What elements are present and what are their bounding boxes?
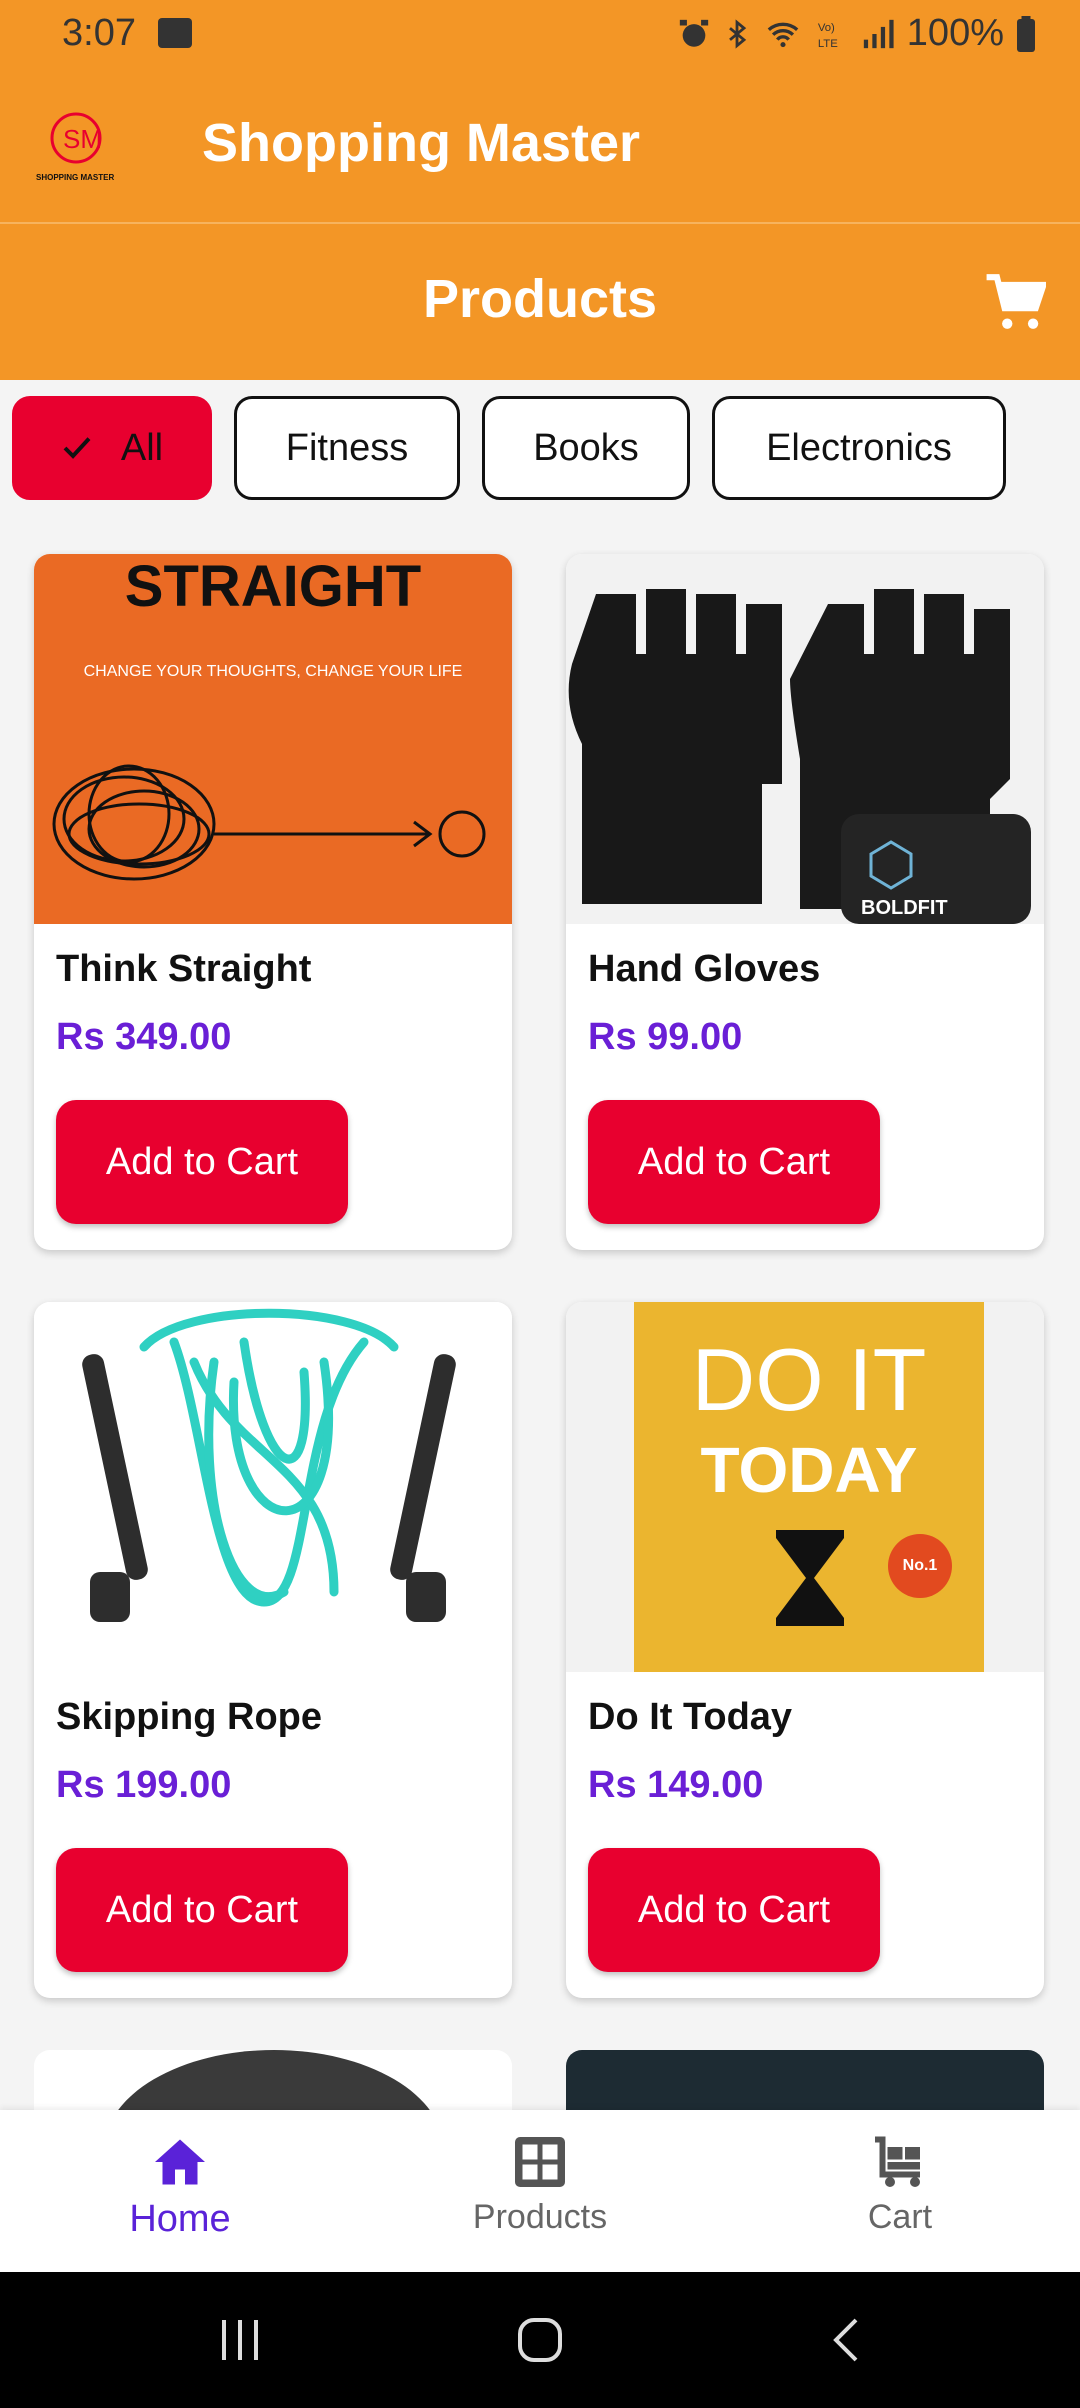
chip-label: Electronics bbox=[766, 426, 952, 469]
cart-icon bbox=[875, 2136, 920, 2187]
system-navigation-bar bbox=[0, 2272, 1080, 2408]
bottom-navigation: Home Products Cart bbox=[0, 2110, 1080, 2272]
nav-cart-label: Cart bbox=[867, 2198, 933, 2236]
back-icon[interactable] bbox=[826, 2316, 866, 2364]
svg-text:DO IT: DO IT bbox=[692, 1330, 927, 1429]
product-name: Do It Today bbox=[588, 1696, 793, 1738]
product-name: Think Straight bbox=[56, 948, 312, 990]
svg-text:Vo): Vo) bbox=[818, 22, 835, 34]
filter-chip-books[interactable]: Books bbox=[482, 396, 690, 500]
category-filter-chips: All Fitness Books Electronics bbox=[12, 396, 1006, 504]
product-card[interactable]: BOLDFIT Hand Gloves Rs 99.00 Add to Cart bbox=[566, 554, 1044, 1250]
add-to-cart-button[interactable]: Add to Cart bbox=[56, 1848, 348, 1972]
alarm-icon bbox=[679, 19, 708, 47]
nav-products-label: Products bbox=[472, 2198, 608, 2236]
page-title: Products bbox=[422, 269, 658, 329]
product-card-partial[interactable] bbox=[566, 2050, 1044, 2110]
product-card[interactable]: DO IT TODAY No.1 Do It Today Rs 149.00 A… bbox=[566, 1302, 1044, 1998]
svg-text:No.1: No.1 bbox=[903, 1557, 938, 1574]
app-bar: SM SHOPPING MASTER Shopping Master bbox=[0, 70, 1080, 224]
product-price: Rs 99.00 bbox=[588, 1016, 743, 1058]
status-time: 3:07 bbox=[62, 12, 136, 54]
status-bar: 3:07 Vo) LTE 100% bbox=[0, 0, 1080, 70]
product-name: Hand Gloves bbox=[588, 948, 821, 990]
product-card[interactable]: Skipping Rope Rs 199.00 Add to Cart bbox=[34, 1302, 512, 1998]
battery-percent: 100% bbox=[906, 12, 1004, 54]
wifi-icon bbox=[767, 22, 799, 47]
chip-label: Books bbox=[533, 426, 639, 469]
products-header: Products bbox=[0, 224, 1080, 380]
product-price: Rs 199.00 bbox=[56, 1764, 232, 1806]
svg-text:CHANGE YOUR THOUGHTS, CHANGE Y: CHANGE YOUR THOUGHTS, CHANGE YOUR LIFE bbox=[84, 663, 463, 680]
nav-cart[interactable]: Cart bbox=[780, 2132, 1020, 2237]
app-title: Shopping Master bbox=[202, 113, 641, 173]
product-price: Rs 349.00 bbox=[56, 1016, 232, 1058]
svg-text:SHOPPING MASTER: SHOPPING MASTER bbox=[36, 173, 114, 182]
product-image-do-it-today: DO IT TODAY No.1 bbox=[566, 1302, 1044, 1672]
filter-chip-electronics[interactable]: Electronics bbox=[712, 396, 1006, 500]
svg-text:TODAY: TODAY bbox=[701, 1434, 918, 1506]
home-button-icon[interactable] bbox=[516, 2316, 564, 2364]
status-icons: Vo) LTE 100% bbox=[677, 12, 1036, 55]
bluetooth-icon bbox=[728, 18, 746, 49]
nav-home-label: Home bbox=[129, 2198, 231, 2240]
grid-icon bbox=[515, 2137, 565, 2187]
product-image-skipping-rope bbox=[34, 1302, 512, 1672]
add-to-cart-button[interactable]: Add to Cart bbox=[588, 1848, 880, 1972]
nav-home[interactable]: Home bbox=[60, 2132, 300, 2241]
recent-apps-icon[interactable] bbox=[218, 2318, 264, 2362]
gallery-notification-icon bbox=[158, 18, 192, 48]
product-card[interactable]: STRAIGHT CHANGE YOUR THOUGHTS, CHANGE YO… bbox=[34, 554, 512, 1250]
product-price: Rs 149.00 bbox=[588, 1764, 764, 1806]
chip-label: Fitness bbox=[285, 426, 409, 469]
check-icon bbox=[63, 437, 91, 459]
filter-chip-all[interactable]: All bbox=[12, 396, 212, 500]
product-card-partial[interactable] bbox=[34, 2050, 512, 2110]
product-image-hand-gloves: BOLDFIT bbox=[566, 554, 1044, 924]
add-to-cart-button[interactable]: Add to Cart bbox=[56, 1100, 348, 1224]
svg-text:STRAIGHT: STRAIGHT bbox=[125, 554, 421, 619]
volte-icon: Vo) LTE bbox=[818, 22, 838, 50]
home-icon bbox=[155, 2139, 205, 2185]
chip-label: All bbox=[120, 426, 164, 469]
battery-icon bbox=[1017, 15, 1035, 52]
cart-icon[interactable] bbox=[984, 272, 1046, 334]
signal-icon bbox=[863, 19, 894, 48]
product-image-think-straight: STRAIGHT CHANGE YOUR THOUGHTS, CHANGE YO… bbox=[34, 554, 512, 924]
svg-text:BOLDFIT: BOLDFIT bbox=[861, 897, 948, 919]
svg-text:SM: SM bbox=[63, 124, 102, 154]
app-logo: SM SHOPPING MASTER bbox=[36, 112, 114, 182]
svg-text:LTE: LTE bbox=[818, 37, 838, 49]
exercise-ball-image bbox=[118, 2050, 430, 2110]
add-to-cart-button[interactable]: Add to Cart bbox=[588, 1100, 880, 1224]
filter-chip-fitness[interactable]: Fitness bbox=[234, 396, 460, 500]
product-name: Skipping Rope bbox=[56, 1696, 322, 1738]
nav-products[interactable]: Products bbox=[420, 2132, 660, 2237]
